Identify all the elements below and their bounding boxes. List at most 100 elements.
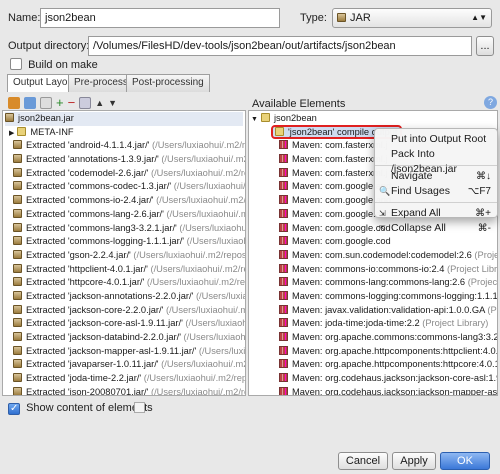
item-name: Extracted 'jackson-databind-2.2.0.jar/' (26, 332, 181, 342)
extracted-jar-item[interactable]: Extracted 'jackson-core-2.2.0.jar/' (/Us… (5, 304, 245, 318)
item-path: (/Users/luxiaohui/.m2/rep (161, 154, 245, 165)
sort-icon[interactable] (79, 97, 92, 109)
item-name: Extracted 'jackson-annotations-2.2.0.jar… (26, 290, 194, 301)
extracted-jar-item[interactable]: Extracted 'commons-lang3-3.2.1.jar/' (/U… (5, 222, 245, 236)
library-scope: (Project Library) (487, 304, 497, 315)
extracted-jar-item[interactable]: Extracted 'jackson-annotations-2.2.0.jar… (5, 290, 245, 304)
browse-button[interactable]: ... (476, 36, 494, 56)
menu-put-into-output-root[interactable]: Put into Output Root (375, 132, 497, 147)
type-select[interactable]: JAR ▲▼ (332, 8, 492, 28)
menu-find-usages[interactable]: 🔍 Find Usages ⌥F7 (375, 184, 497, 199)
item-path: (/Users/luxiaohui/.m2/re (179, 222, 245, 233)
maven-library-item[interactable]: Maven: commons-lang:commons-lang:2.6 (Pr… (251, 276, 498, 290)
context-menu: Put into Output Root Pack Into /json2bea… (374, 128, 498, 234)
tree-root-module[interactable]: ▼ json2bean (251, 112, 495, 126)
jar-icon (13, 290, 22, 300)
new-folder-icon[interactable] (8, 97, 20, 109)
item-name: Extracted 'javaparser-1.0.11.jar/' (26, 359, 159, 370)
remove-icon[interactable]: − (68, 96, 76, 109)
maven-library-item[interactable]: Maven: joda-time:joda-time:2.2 (Project … (251, 317, 495, 331)
menu-pack-into[interactable]: Pack Into /json2bean.jar (375, 147, 497, 175)
extracted-jar-item[interactable]: Extracted 'gson-2.2.4.jar/' (/Users/luxi… (5, 249, 245, 263)
jar-icon (5, 113, 14, 122)
extracted-jar-item[interactable]: Extracted 'jackson-core-asl-1.9.11.jar/'… (5, 317, 245, 331)
build-on-make-checkbox[interactable]: Build on make (10, 58, 98, 73)
extracted-jar-item[interactable]: Extracted 'commons-io-2.4.jar/' (/Users/… (5, 194, 246, 208)
move-down-icon[interactable]: ▼ (108, 98, 117, 108)
jar-icon (13, 318, 22, 328)
maven-library-item[interactable]: Maven: javax.validation:validation-api:1… (251, 304, 497, 318)
extracted-jar-item[interactable]: Extracted 'commons-logging-1.1.1.jar/' (… (5, 235, 245, 249)
extracted-jar-item[interactable]: Extracted 'httpclient-4.0.1.jar/' (/User… (5, 263, 245, 277)
item-path: (/Users/luxiaohui/.m2/reposito (151, 386, 245, 396)
add-icon[interactable]: + (56, 96, 64, 109)
maven-library-item[interactable]: Maven: com.google.cod (251, 235, 495, 249)
item-path: (/Users/luxiaohui/.m2/repos (156, 195, 246, 206)
library-icon (279, 373, 288, 383)
jar-icon (13, 236, 22, 246)
item-name: Extracted 'commons-logging-1.1.1.jar/' (26, 236, 185, 247)
extracted-jar-item[interactable]: Extracted 'commons-lang-2.6.jar/' (/User… (5, 208, 245, 222)
ok-button[interactable]: OK (440, 452, 490, 470)
menu-expand-all[interactable]: ⇲ Expand All ⌘+ (375, 206, 497, 221)
extracted-jar-item[interactable]: Extracted 'joda-time-2.2.jar/' (/Users/l… (5, 372, 245, 386)
menu-navigate[interactable]: Navigate ⌘↓ (375, 169, 497, 184)
apply-button[interactable]: Apply (392, 452, 436, 470)
output-directory-field[interactable]: /Volumes/FilesHD/dev-tools/json2bean/out… (88, 36, 472, 56)
library-scope: (Project Library) (474, 249, 497, 260)
item-path: (/Users/luxiaohui/.m2/re (173, 181, 246, 192)
extracted-jar-item[interactable]: Extracted 'javaparser-1.0.11.jar/' (/Use… (5, 358, 245, 372)
extracted-jar-item[interactable]: Extracted 'codemodel-2.6.jar/' (/Users/l… (5, 167, 245, 181)
extracted-jar-item[interactable]: Extracted 'annotations-1.3.9.jar/' (/Use… (5, 153, 245, 167)
name-field[interactable]: json2bean (40, 8, 280, 28)
settings-square-icon[interactable] (134, 402, 145, 413)
jar-icon (13, 167, 22, 177)
extracted-jar-item[interactable]: Extracted 'commons-codec-1.3.jar/' (/Use… (5, 180, 246, 194)
library-icon (279, 154, 288, 164)
show-content-checkbox[interactable]: Show content of elements (8, 402, 153, 416)
archive-icon[interactable] (24, 97, 36, 109)
folder-icon (275, 126, 284, 136)
library-icon (279, 222, 288, 232)
library-icon (279, 140, 288, 150)
library-name: Maven: commons-lang:commons-lang:2.6 (292, 277, 466, 288)
maven-library-item[interactable]: Maven: org.codehaus.jackson:jackson-mapp… (251, 386, 497, 395)
tab-post-processing[interactable]: Post-processing (126, 74, 210, 92)
item-path: (/Users/luxiaohui/. (195, 290, 245, 301)
cancel-button[interactable]: Cancel (338, 452, 388, 470)
library-icon (279, 181, 288, 191)
extracted-items-list: Extracted 'android-4.1.1.4.jar/' (/Users… (5, 139, 246, 396)
item-path: (/Users/luxiaohui/ (198, 345, 246, 356)
jar-icon (13, 181, 22, 191)
checkbox-box[interactable] (10, 58, 22, 70)
expand-arrow-icon[interactable]: ▶ (9, 130, 14, 137)
maven-library-item[interactable]: Maven: org.codehaus.jackson:jackson-core… (251, 372, 497, 386)
maven-library-item[interactable]: Maven: org.apache.httpcomponents:httpcli… (251, 345, 497, 359)
extracted-jar-item[interactable]: Extracted 'jackson-databind-2.2.0.jar/' … (5, 331, 245, 345)
output-layout-tree[interactable]: json2bean.jar ▶ META-INF Extracted 'andro… (2, 110, 246, 396)
library-scope: (Project Library) (467, 277, 498, 288)
maven-library-item[interactable]: Maven: commons-logging:commons-logging:1… (251, 290, 497, 304)
extracted-jar-item[interactable]: Extracted 'json-20080701.jar/' (/Users/l… (5, 386, 245, 396)
maven-library-item[interactable]: Maven: org.apache.httpcomponents:httpcor… (251, 358, 497, 372)
jar-icon (13, 386, 22, 395)
maven-library-item[interactable]: Maven: commons-io:commons-io:2.4 (Projec… (251, 263, 497, 277)
help-icon[interactable]: ? (484, 96, 497, 109)
tree-item-meta-inf[interactable]: ▶ META-INF (5, 126, 243, 140)
item-name: Extracted 'annotations-1.3.9.jar/' (26, 154, 159, 165)
extracted-jar-item[interactable]: Extracted 'jackson-mapper-asl-1.9.11.jar… (5, 345, 246, 359)
library-name: Maven: commons-io:commons-io:2.4 (292, 263, 445, 274)
maven-library-item[interactable]: Maven: com.sun.codemodel:codemodel:2.6 (… (251, 249, 497, 263)
extracted-jar-item[interactable]: Extracted 'httpcore-4.0.1.jar/' (/Users/… (5, 276, 245, 290)
tree-root-jar[interactable]: json2bean.jar (5, 112, 243, 126)
move-up-icon[interactable]: ▲ (95, 98, 104, 108)
menu-collapse-all[interactable]: ⇱ Collapse All ⌘- (375, 221, 497, 236)
collapse-arrow-icon[interactable]: ▼ (251, 116, 258, 123)
module-folder-icon (260, 113, 270, 122)
extract-icon[interactable] (40, 97, 52, 109)
item-name: Extracted 'json-20080701.jar/' (26, 386, 149, 396)
extracted-jar-item[interactable]: Extracted 'android-4.1.1.4.jar/' (/Users… (5, 139, 245, 153)
jar-icon (13, 195, 22, 205)
checkbox-box[interactable] (8, 403, 20, 415)
maven-library-item[interactable]: Maven: org.apache.commons:commons-lang3:… (251, 331, 497, 345)
